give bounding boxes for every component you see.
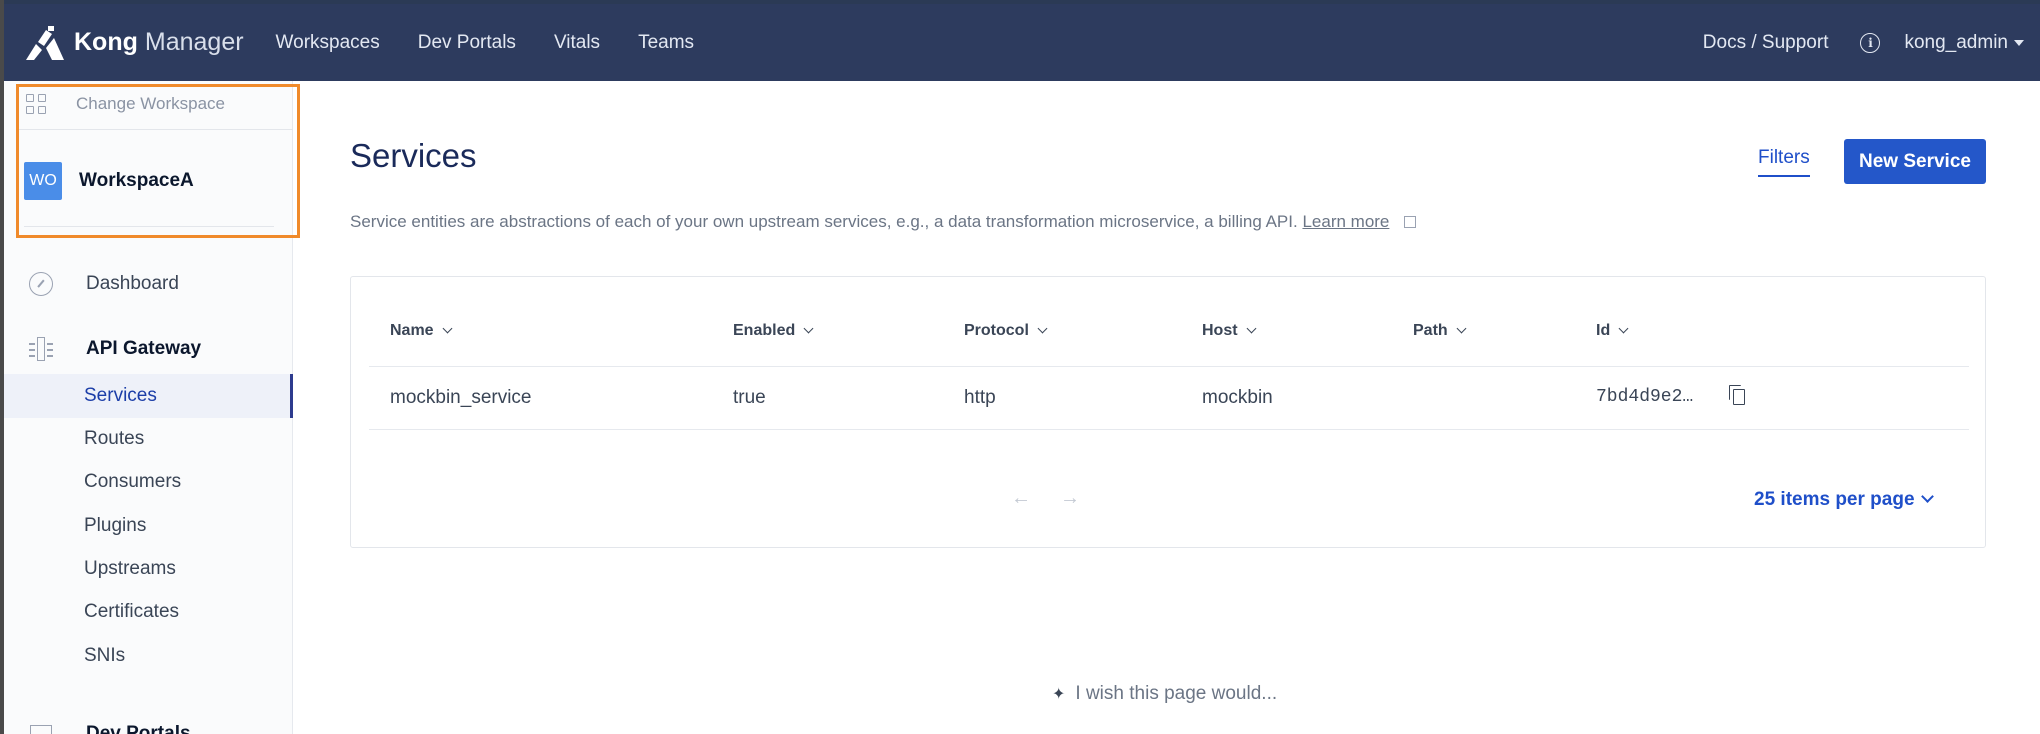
filters-button[interactable]: Filters <box>1758 147 1810 177</box>
dashboard-gauge-icon <box>28 271 54 297</box>
dev-portal-icon <box>28 721 54 734</box>
header-label: Enabled <box>733 322 796 339</box>
copy-icon[interactable] <box>1729 385 1747 407</box>
workspace-name: WorkspaceA <box>79 170 194 191</box>
header-label: Host <box>1202 322 1238 339</box>
feedback-link[interactable]: ✦ I wish this page would... <box>1052 683 1277 705</box>
nav-dev-portals[interactable]: Dev Portals <box>418 32 516 54</box>
divider <box>18 129 293 130</box>
sidebar-section-label: API Gateway <box>86 338 202 359</box>
sidebar-item-plugins[interactable]: Plugins <box>84 515 146 537</box>
top-navbar: Kong Manager Workspaces Dev Portals Vita… <box>4 4 2040 81</box>
sidebar-section-dev-portals[interactable]: Dev Portals <box>4 721 191 734</box>
user-menu[interactable]: kong_admin <box>1904 32 2024 54</box>
sparkle-icon: ✦ <box>1052 686 1066 703</box>
cell-host: mockbin <box>1202 387 1273 408</box>
learn-more-link[interactable]: Learn more <box>1302 212 1389 231</box>
nav-workspaces[interactable]: Workspaces <box>276 32 380 54</box>
change-workspace-button[interactable]: Change Workspace <box>26 94 225 114</box>
description-text: Service entities are abstractions of eac… <box>350 212 1298 231</box>
column-header-path[interactable]: Path <box>1413 322 1467 340</box>
brand-logo[interactable]: Kong Manager <box>22 24 244 62</box>
items-per-page-dropdown[interactable]: 25 items per page <box>1754 489 1934 511</box>
nav-teams[interactable]: Teams <box>638 32 694 54</box>
chevron-down-icon <box>803 323 814 333</box>
cell-name[interactable]: mockbin_service <box>390 387 532 409</box>
sidebar-item-snis[interactable]: SNIs <box>84 645 125 667</box>
page-title: Services <box>350 137 477 174</box>
header-label: Id <box>1596 322 1611 339</box>
new-service-button[interactable]: New Service <box>1844 139 1986 184</box>
feedback-label: I wish this page would... <box>1075 683 1278 704</box>
services-table: Name Enabled Protocol Host Path Id mockb… <box>350 276 1986 548</box>
column-header-id[interactable]: Id <box>1596 322 1629 340</box>
main-content: Services Filters New Service Service ent… <box>294 81 2040 734</box>
sidebar-item-certificates[interactable]: Certificates <box>84 601 179 623</box>
header-label: Name <box>390 322 434 339</box>
row-divider <box>369 429 1969 430</box>
page-description: Service entities are abstractions of eac… <box>350 212 1417 232</box>
cell-enabled: true <box>733 387 766 408</box>
brand-kong-text: Kong <box>74 28 138 56</box>
nav-vitals[interactable]: Vitals <box>554 32 600 54</box>
chevron-down-icon <box>1456 323 1467 333</box>
cell-protocol: http <box>964 387 996 408</box>
divider <box>24 226 274 227</box>
docs-support-link[interactable]: Docs / Support <box>1703 32 1829 54</box>
sidebar-section-api-gateway[interactable]: API Gateway <box>4 336 201 362</box>
api-gateway-icon <box>28 336 54 362</box>
change-workspace-label: Change Workspace <box>76 94 225 113</box>
column-header-protocol[interactable]: Protocol <box>964 322 1048 340</box>
user-name: kong_admin <box>1904 31 2008 53</box>
kong-logo-icon <box>26 25 64 60</box>
grid-icon <box>26 94 46 114</box>
column-header-enabled[interactable]: Enabled <box>733 322 814 340</box>
brand-manager-text: Manager <box>144 28 244 56</box>
chevron-down-icon <box>442 323 453 333</box>
nav-right-group: Docs / Support i kong_admin <box>1703 32 2024 54</box>
chevron-down-icon <box>1246 323 1257 333</box>
next-page-arrow-icon[interactable]: → <box>1060 487 1080 510</box>
header-label: Path <box>1413 322 1448 339</box>
workspace-avatar: WO <box>24 162 62 200</box>
external-link-icon <box>1404 216 1417 228</box>
sidebar-item-dashboard[interactable]: Dashboard <box>4 271 179 297</box>
items-per-page-label: 25 items per page <box>1754 489 1915 510</box>
chevron-down-icon <box>1037 323 1048 333</box>
caret-down-icon <box>2014 39 2024 46</box>
cell-id: 7bd4d9e2… <box>1596 387 1694 407</box>
header-label: Protocol <box>964 322 1029 339</box>
sidebar-item-label: Dashboard <box>86 273 179 294</box>
info-icon[interactable]: i <box>1860 32 1881 53</box>
column-header-host[interactable]: Host <box>1202 322 1257 340</box>
chevron-down-icon <box>1618 323 1629 333</box>
chevron-down-icon <box>1920 489 1934 503</box>
sidebar-item-upstreams[interactable]: Upstreams <box>84 558 176 580</box>
sidebar: Change Workspace WO WorkspaceA Dashboard… <box>4 81 293 734</box>
current-workspace[interactable]: WO WorkspaceA <box>24 162 194 200</box>
sidebar-item-routes[interactable]: Routes <box>84 428 144 450</box>
column-header-name[interactable]: Name <box>390 322 453 340</box>
sidebar-section-label: Dev Portals <box>86 723 191 734</box>
sidebar-item-consumers[interactable]: Consumers <box>84 471 181 493</box>
prev-page-arrow-icon[interactable]: ← <box>1011 487 1031 510</box>
sidebar-item-services[interactable]: Services <box>84 385 157 407</box>
row-divider <box>369 366 1969 367</box>
